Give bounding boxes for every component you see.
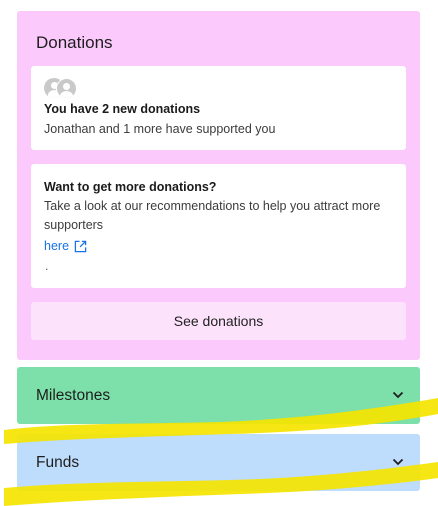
new-donations-heading: You have 2 new donations [44,102,201,116]
new-donations-card: You have 2 new donations Jonathan and 1 … [31,66,406,150]
donations-widget: Donations You have 2 new donations Jonat… [0,0,438,506]
new-donations-text: Jonathan and 1 more have supported you [44,122,276,136]
see-donations-button[interactable]: See donations [31,302,406,340]
avatar-group-icon [44,77,78,99]
funds-title: Funds [36,454,80,471]
avatar [56,77,77,99]
tips-trailing-text: . [45,259,49,273]
tips-heading: Want to get more donations? [44,180,217,194]
chevron-down-icon [392,391,404,399]
external-link-icon [74,240,87,252]
milestones-accordion[interactable]: Milestones [17,367,420,424]
recommendations-link-label: here [44,239,70,253]
recommendations-link[interactable]: here [44,239,87,253]
tips-text: Take a look at our recommendations to he… [44,199,381,232]
tips-card: Want to get more donations? Take a look … [31,164,406,288]
chevron-down-icon [392,458,404,466]
milestones-title: Milestones [36,387,111,404]
funds-accordion[interactable]: Funds [17,434,420,491]
donations-title: Donations [36,33,113,52]
donations-panel: Donations You have 2 new donations Jonat… [17,11,420,360]
